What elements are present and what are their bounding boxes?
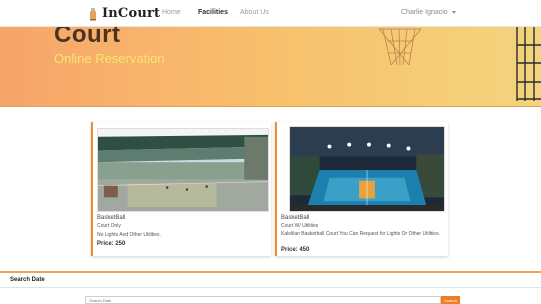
facility-title: BasketBall bbox=[97, 215, 126, 221]
search-date-input[interactable] bbox=[85, 296, 441, 304]
search-section-header: Search Date bbox=[0, 273, 541, 287]
court-photo bbox=[289, 126, 445, 212]
hero-subtitle: Online Reservation bbox=[54, 51, 165, 66]
brand-name: InCourt bbox=[102, 6, 161, 21]
facility-title: BasketBall bbox=[281, 215, 310, 221]
facility-subtitle: Court Only bbox=[97, 223, 121, 229]
top-navbar: InCourt Home Facilities About Us Charlie… bbox=[0, 0, 541, 27]
search-section-label: Search Date bbox=[10, 277, 45, 283]
divider bbox=[0, 287, 541, 288]
search-button[interactable]: Search bbox=[441, 296, 460, 304]
hero-title: Court bbox=[54, 27, 121, 48]
facility-card[interactable]: BasketBall Court Only No Lights And Othe… bbox=[91, 122, 271, 256]
nav-link-home[interactable]: Home bbox=[162, 9, 181, 16]
facility-subtitle: Court W/ Utilities bbox=[281, 223, 319, 229]
facility-price: Price: 450 bbox=[281, 247, 310, 253]
nav-link-facilities[interactable]: Facilities bbox=[198, 9, 228, 16]
facility-description: No Lights And Other Utilities. bbox=[97, 232, 161, 238]
court-photo bbox=[97, 128, 269, 212]
facility-description: Kalelilan Basketball Court You Can Reque… bbox=[281, 231, 440, 237]
nav-link-about-us[interactable]: About Us bbox=[240, 9, 269, 16]
backboard-icon bbox=[516, 27, 541, 101]
facility-price: Price: 250 bbox=[97, 241, 126, 247]
hero-banner: Court Online Reservation bbox=[0, 27, 541, 107]
basketball-hoop-icon bbox=[378, 28, 422, 66]
cup-icon bbox=[90, 7, 96, 20]
caret-down-icon bbox=[451, 11, 456, 14]
facility-card[interactable]: BasketBall Court W/ Utilities Kalelilan … bbox=[275, 122, 448, 256]
user-menu[interactable]: Charlie Ignacio bbox=[401, 9, 456, 16]
brand[interactable]: InCourt bbox=[88, 6, 160, 21]
user-name: Charlie Ignacio bbox=[401, 9, 448, 16]
